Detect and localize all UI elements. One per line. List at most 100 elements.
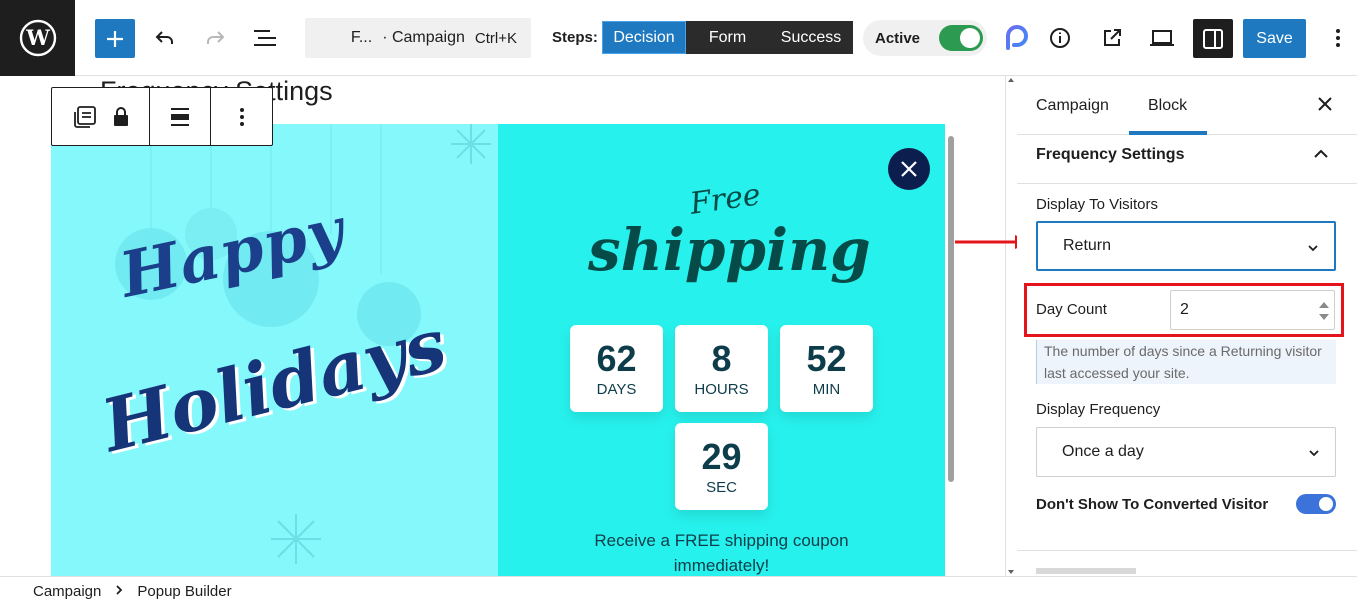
shipping-text: shipping	[588, 216, 871, 284]
scrollbar-thumb[interactable]	[948, 136, 954, 482]
settings-sidebar-button[interactable]	[1193, 19, 1233, 58]
popup-left-panel[interactable]: Happy Holidays	[51, 124, 498, 576]
add-block-button[interactable]	[95, 19, 135, 58]
chevron-up-icon[interactable]	[1311, 144, 1331, 169]
align-full-icon	[171, 107, 189, 126]
section-title[interactable]: Frequency Settings	[1036, 146, 1184, 164]
list-view-button[interactable]	[247, 20, 283, 56]
chevron-down-icon	[1308, 245, 1318, 252]
promo-line: immediately!	[673, 556, 770, 575]
plugin-logo-button[interactable]	[999, 20, 1035, 56]
command-palette-button[interactable]: F... · Campaign Ctrl+K	[305, 18, 531, 58]
steps-label: Steps:	[552, 29, 598, 46]
countdown-value: 8	[711, 338, 732, 379]
day-count-label: Day Count	[1036, 301, 1107, 318]
next-section-peek	[1036, 568, 1136, 574]
day-count-value: 2	[1180, 301, 1189, 318]
save-button[interactable]: Save	[1243, 19, 1306, 58]
editor-canvas: Frequency Settings Happy Holidays Free	[0, 76, 1005, 576]
align-button[interactable]	[150, 88, 211, 145]
breadcrumb: Campaign Popup Builder	[0, 576, 1357, 605]
select-value: Once a day	[1062, 443, 1144, 460]
day-count-help: The number of days since a Returning vis…	[1036, 340, 1336, 384]
day-count-input[interactable]: 2	[1170, 290, 1335, 330]
redo-button[interactable]	[197, 20, 233, 56]
popup-block[interactable]: Happy Holidays Free shipping 62 DAYS 8 H…	[51, 124, 945, 576]
tab-block[interactable]: Block	[1148, 97, 1187, 115]
block-toolbar	[51, 87, 273, 146]
editor-header: W F... · Campaign Ctrl+K Steps: Decision…	[0, 0, 1357, 76]
plus-icon	[107, 30, 123, 47]
display-to-visitors-label: Display To Visitors	[1036, 196, 1158, 213]
command-shortcut: Ctrl+K	[474, 29, 517, 47]
converted-visitor-toggle[interactable]	[1296, 494, 1336, 514]
info-button[interactable]	[1042, 20, 1078, 56]
countdown-unit: SEC	[706, 479, 737, 496]
display-frequency-select[interactable]: Once a day	[1036, 427, 1336, 477]
external-link-icon	[1104, 29, 1121, 46]
countdown-unit: MIN	[812, 381, 841, 398]
step-success[interactable]: Success	[769, 21, 853, 54]
preview-external-button[interactable]	[1094, 20, 1130, 56]
more-vertical-icon	[1336, 29, 1340, 47]
tab-campaign[interactable]: Campaign	[1036, 97, 1109, 115]
countdown-min: 52 MIN	[780, 325, 873, 412]
countdown-unit: HOURS	[694, 381, 749, 398]
close-icon	[1318, 97, 1332, 111]
countdown-value: 29	[701, 436, 742, 477]
chevron-down-icon	[1309, 450, 1319, 457]
display-frequency-label: Display Frequency	[1036, 401, 1161, 418]
info-icon	[1050, 28, 1070, 48]
list-view-icon	[254, 30, 276, 46]
active-tab-indicator	[1129, 131, 1207, 135]
breadcrumb-item-popup-builder[interactable]: Popup Builder	[137, 583, 231, 600]
countdown-days: 62 DAYS	[570, 325, 663, 412]
chevron-right-icon	[115, 583, 123, 599]
svg-text:W: W	[25, 25, 50, 50]
popup-right-panel[interactable]: Free shipping 62 DAYS 8 HOURS 52 MIN 29 …	[498, 124, 945, 576]
plugin-logo-icon	[1006, 25, 1028, 50]
promo-line: Receive a FREE shipping coupon	[594, 531, 849, 550]
block-type-icon[interactable]	[72, 104, 98, 130]
close-sidebar-button[interactable]	[1315, 94, 1335, 119]
spinner-icon[interactable]	[1318, 297, 1330, 325]
command-subtitle: · Campaign	[382, 29, 465, 46]
device-preview-button[interactable]	[1144, 20, 1180, 56]
display-to-visitors-select[interactable]: Return	[1036, 221, 1336, 271]
more-vertical-icon	[239, 107, 244, 126]
steps-switcher: Decision Form Success	[602, 21, 853, 54]
countdown-value: 52	[806, 338, 847, 379]
canvas-scrollbar[interactable]	[946, 124, 956, 576]
undo-icon	[155, 31, 173, 44]
countdown-unit: DAYS	[596, 381, 637, 398]
status-toggle[interactable]: Active	[863, 20, 987, 56]
step-form[interactable]: Form	[686, 21, 769, 54]
lock-icon[interactable]	[112, 106, 130, 128]
divider	[1017, 550, 1357, 551]
close-icon	[901, 161, 917, 177]
countdown-value: 62	[596, 338, 637, 379]
sidebar-icon	[1203, 28, 1223, 49]
promo-text: Receive a FREE shipping coupon immediate…	[558, 528, 885, 576]
divider	[1017, 183, 1357, 184]
redo-icon	[207, 31, 225, 44]
canvas-scroll-gutter	[1005, 76, 1017, 576]
popup-close-button[interactable]	[888, 148, 930, 190]
command-title: F...	[350, 29, 373, 46]
undo-button[interactable]	[147, 20, 183, 56]
status-label: Active	[875, 29, 921, 47]
options-menu-button[interactable]	[1320, 20, 1356, 56]
block-options-button[interactable]	[211, 88, 272, 145]
gutter-scroll-arrows[interactable]	[1006, 76, 1016, 576]
breadcrumb-item-campaign[interactable]: Campaign	[33, 583, 101, 600]
converted-visitor-label: Don't Show To Converted Visitor	[1036, 496, 1269, 513]
countdown-hours: 8 HOURS	[675, 325, 768, 412]
desktop-preview-icon	[1150, 30, 1174, 46]
sidebar-tabs: Campaign Block	[1017, 76, 1357, 135]
settings-sidebar: Campaign Block Frequency Settings Displa…	[1017, 76, 1357, 576]
block-type-group[interactable]	[52, 88, 150, 145]
select-value: Return	[1063, 237, 1112, 254]
status-switch[interactable]	[939, 25, 983, 51]
wordpress-icon[interactable]: W	[0, 0, 75, 76]
step-decision[interactable]: Decision	[602, 21, 686, 54]
